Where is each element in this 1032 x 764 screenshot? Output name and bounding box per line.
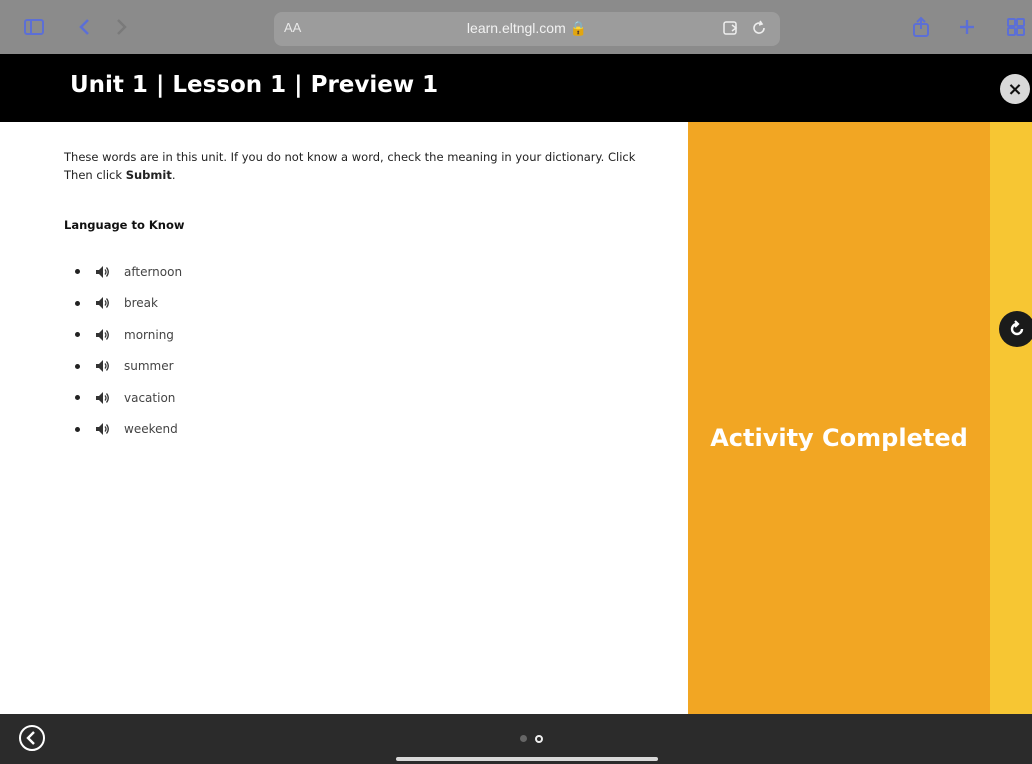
page-dot[interactable] [520,735,527,742]
bullet [75,395,80,401]
speaker-icon[interactable] [94,264,110,280]
word-label: break [124,296,158,311]
back-icon[interactable] [74,14,94,40]
new-tab-icon[interactable] [956,14,978,40]
chevron-left-icon [19,725,45,751]
home-indicator [396,757,658,761]
list-item: summer [64,351,182,383]
previous-button[interactable] [18,724,46,752]
reload-icon[interactable] [750,19,768,37]
page-dot-active[interactable] [535,735,543,743]
bullet [75,363,80,369]
submit-emphasis: Submit [125,168,172,182]
activity-side-strip [990,122,1032,714]
instructions-line-1: These words are in this unit. If you do … [64,150,636,164]
instructions-prefix: Then click [64,168,126,182]
speaker-icon[interactable] [94,358,110,374]
speaker-icon[interactable] [94,421,110,437]
share-icon[interactable] [910,14,932,40]
lesson-header: Unit 1 | Lesson 1 | Preview 1 × [0,54,1032,122]
speaker-icon[interactable] [94,327,110,343]
instructions: These words are in this unit. If you do … [64,148,688,184]
url-text: learn.eltngl.com 🔒 [466,20,588,36]
list-item: break [64,288,182,320]
bottom-navigation [0,714,1032,764]
bullet [75,332,80,338]
browser-toolbar: AA learn.eltngl.com 🔒 [0,0,1032,54]
reader-icon[interactable] [722,19,740,37]
word-label: afternoon [124,264,183,279]
bullet [75,300,80,306]
activity-completed-panel: Activity Completed [688,122,990,714]
close-button[interactable]: × [1000,74,1030,104]
lesson-content: These words are in this unit. If you do … [0,122,688,714]
sidebar-icon[interactable] [22,14,46,40]
list-item: afternoon [64,256,182,288]
page-indicator [520,735,543,743]
tabs-icon[interactable] [1004,14,1028,40]
list-item: weekend [64,414,182,446]
bullet [75,426,80,432]
vocabulary-list: afternoon break morning summer vacation … [64,256,182,445]
page-title: Unit 1 | Lesson 1 | Preview 1 [70,72,439,98]
section-heading: Language to Know [64,218,185,232]
retry-button[interactable] [999,311,1032,347]
word-label: weekend [124,422,178,437]
retry-icon [1010,320,1024,336]
list-item: morning [64,319,182,351]
address-bar[interactable]: AA learn.eltngl.com 🔒 [274,12,780,46]
speaker-icon[interactable] [94,390,110,406]
speaker-icon[interactable] [94,295,110,311]
list-item: vacation [64,382,182,414]
instructions-suffix: . [171,168,176,182]
word-label: summer [124,359,174,374]
activity-status-label: Activity Completed [710,424,968,452]
word-label: morning [124,327,174,342]
close-icon: × [1007,78,1023,100]
instructions-line-2: Then click Submit. [64,166,688,184]
word-label: vacation [124,390,176,405]
forward-icon[interactable] [112,14,132,40]
bullet [75,269,80,275]
